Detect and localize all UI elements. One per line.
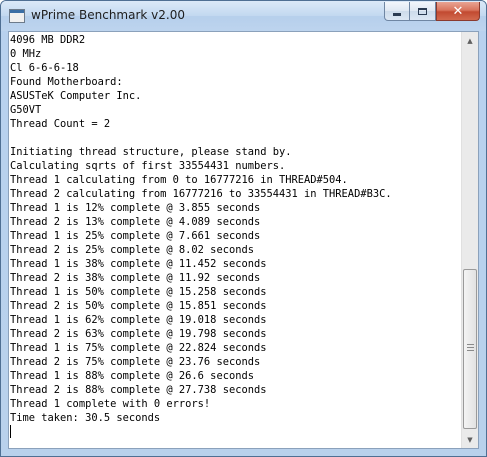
console-line: Found Motherboard: [10, 76, 123, 88]
console-line: Time taken: 30.5 seconds [10, 412, 161, 424]
console-line: Thread 1 is 25% complete @ 7.661 seconds [10, 230, 261, 242]
console-line: 0 MHz [10, 48, 42, 60]
console-line: Thread 2 is 88% complete @ 27.738 second… [10, 384, 267, 396]
console-line: 4096 MB DDR2 [10, 34, 86, 46]
console-line: Thread 2 is 25% complete @ 8.02 seconds [10, 244, 254, 256]
title-bar[interactable]: wPrime Benchmark v2.00 ✕ [1, 1, 486, 31]
console-line: Thread 2 is 38% complete @ 11.92 seconds [10, 272, 261, 284]
console-output[interactable]: 4096 MB DDR2 0 MHz Cl 6-6-6-18 Found Mother… [9, 32, 461, 448]
console-line: Thread Count = 2 [10, 118, 111, 130]
wprime-window: wPrime Benchmark v2.00 ✕ 4096 MB DDR2 0 M… [0, 0, 487, 457]
scroll-down-arrow-icon[interactable]: ▼ [462, 431, 478, 448]
console-line: Thread 2 is 75% complete @ 23.76 seconds [10, 356, 261, 368]
scrollbar-grip-icon [467, 344, 474, 352]
scrollbar-thumb[interactable] [463, 269, 477, 429]
console-line: Thread 1 calculating from 0 to 16777216 … [10, 174, 348, 186]
app-window-icon [9, 9, 25, 23]
console-line: Thread 1 complete with 0 errors! [10, 398, 211, 410]
close-icon: ✕ [452, 3, 464, 19]
minimize-button[interactable] [384, 2, 410, 21]
console-line: Thread 2 calculating from 16777216 to 33… [10, 188, 392, 200]
scroll-up-arrow-icon[interactable]: ▲ [462, 32, 478, 49]
console-line: Thread 1 is 50% complete @ 15.258 second… [10, 286, 267, 298]
console-line: Thread 2 is 13% complete @ 4.089 seconds [10, 216, 261, 228]
console-line: Thread 1 is 75% complete @ 22.824 second… [10, 342, 267, 354]
minimize-icon [393, 12, 401, 16]
console-lines: 4096 MB DDR2 0 MHz Cl 6-6-6-18 Found Mother… [9, 32, 461, 439]
console-line: Thread 2 is 63% complete @ 19.798 second… [10, 328, 267, 340]
close-button[interactable]: ✕ [436, 2, 480, 21]
window-title: wPrime Benchmark v2.00 [31, 8, 185, 22]
console-line: Thread 1 is 62% complete @ 19.018 second… [10, 314, 267, 326]
console-line: Thread 1 is 88% complete @ 26.6 seconds [10, 370, 254, 382]
console-panel: 4096 MB DDR2 0 MHz Cl 6-6-6-18 Found Mother… [8, 31, 479, 449]
text-caret [10, 425, 11, 438]
input-caret-line [10, 425, 461, 439]
console-line: Thread 2 is 50% complete @ 15.851 second… [10, 300, 267, 312]
console-line: G50VT [10, 104, 42, 116]
console-line: Initiating thread structure, please stan… [10, 146, 292, 158]
console-line: Thread 1 is 12% complete @ 3.855 seconds [10, 202, 261, 214]
vertical-scrollbar[interactable]: ▲ ▼ [461, 32, 478, 448]
console-line: ASUSTeK Computer Inc. [10, 90, 142, 102]
console-line: Thread 1 is 38% complete @ 11.452 second… [10, 258, 267, 270]
console-line: Cl 6-6-6-18 [10, 62, 79, 74]
maximize-button[interactable] [410, 2, 436, 21]
maximize-icon [418, 7, 427, 15]
console-line: Calculating sqrts of first 33554431 numb… [10, 160, 286, 172]
